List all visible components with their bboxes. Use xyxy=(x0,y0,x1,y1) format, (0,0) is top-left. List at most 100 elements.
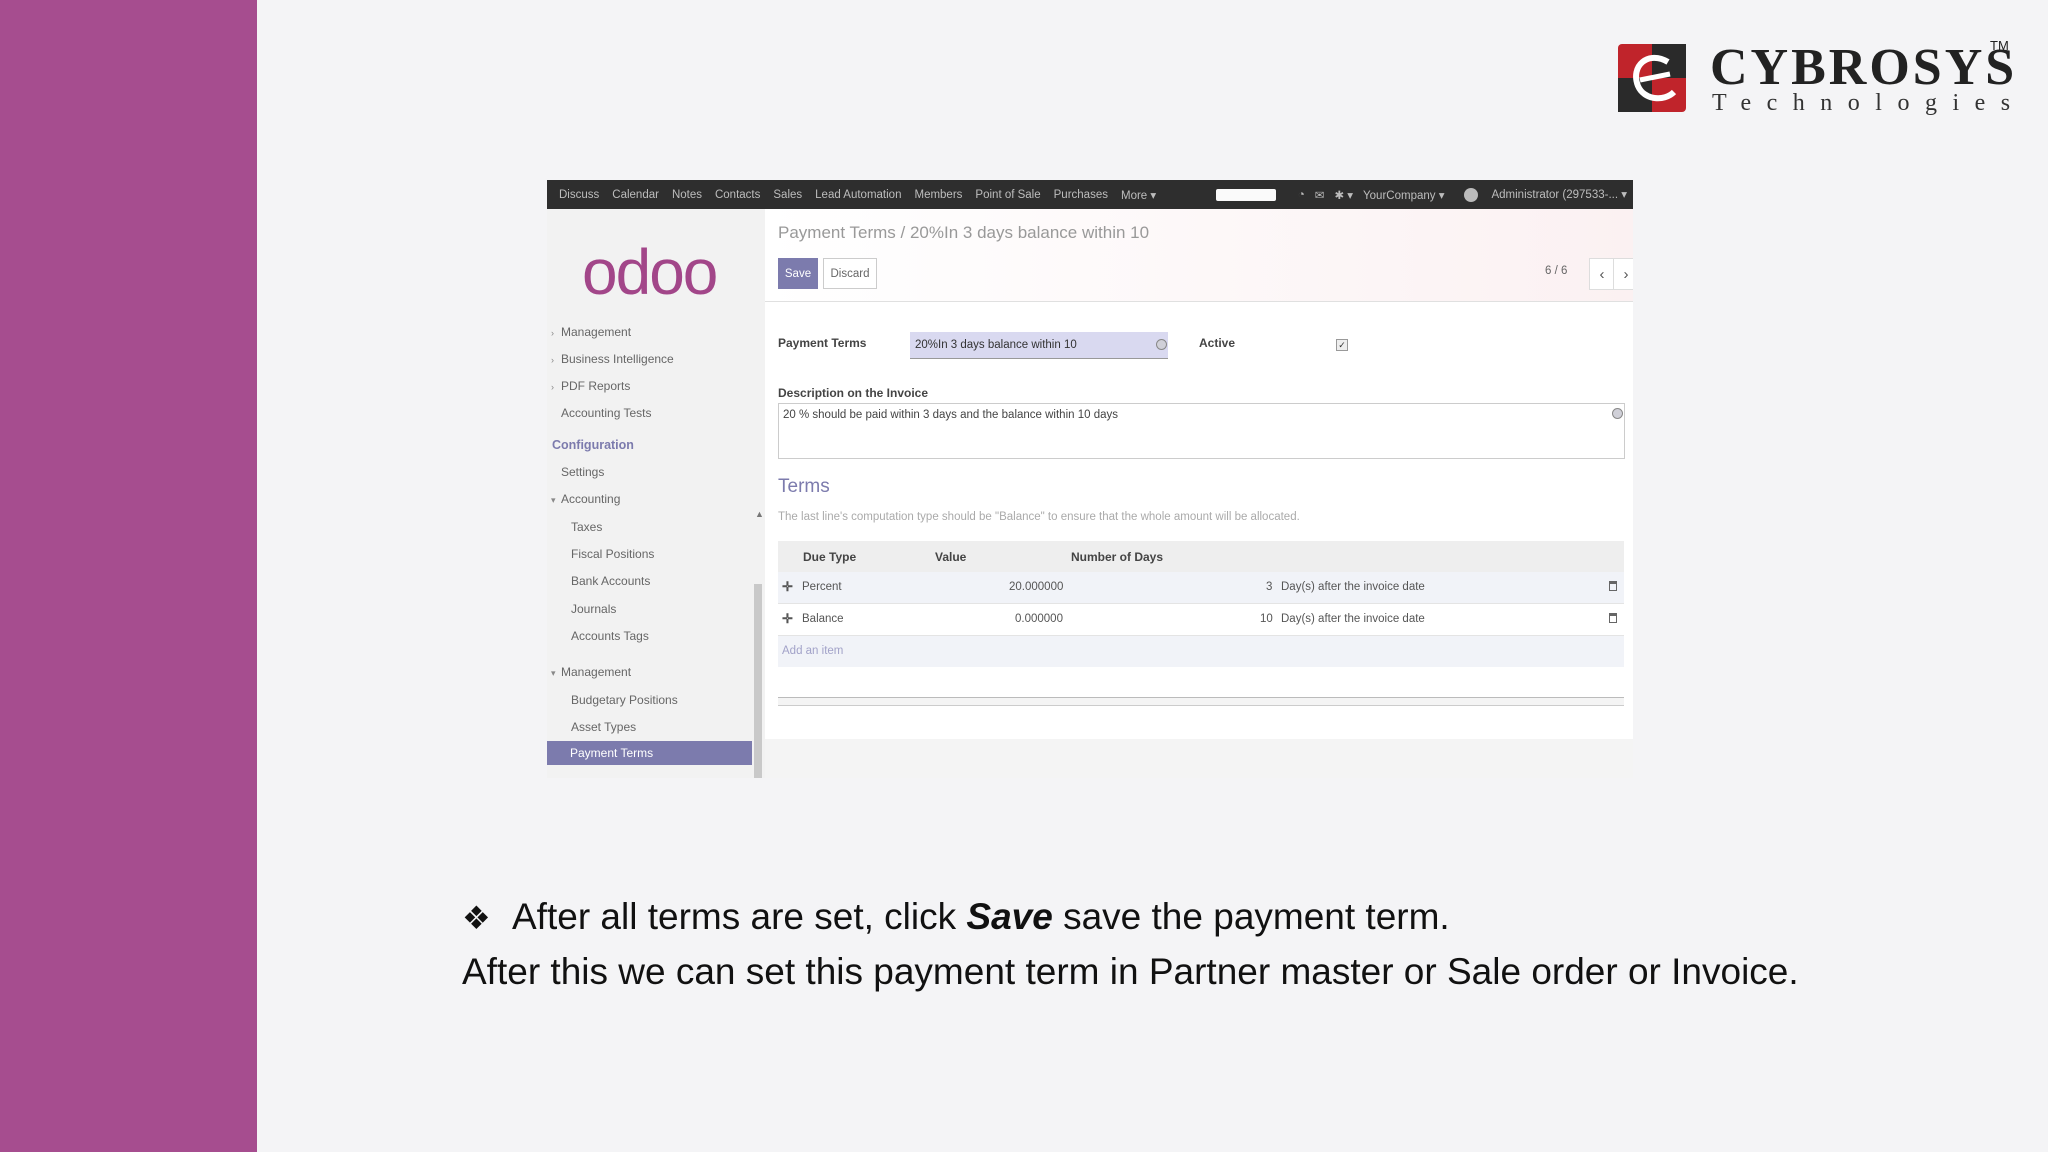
slide-caption: ❖ After all terms are set, click Save sav… xyxy=(462,890,1799,998)
terms-help-text: The last line's computation type should … xyxy=(778,511,1300,523)
sidebar-item-accounting-tests[interactable]: Accounting Tests xyxy=(561,406,652,420)
caret-right-icon: › xyxy=(551,355,554,365)
left-sidebar: odoo ▲ › Management › Business Intelligenc… xyxy=(547,209,765,778)
sidebar-heading-configuration: Configuration xyxy=(552,438,634,452)
clock-icon[interactable]: ◔ xyxy=(1298,189,1305,201)
cybrosys-logo-mark-icon xyxy=(1618,44,1686,112)
pager-next-button[interactable]: › xyxy=(1613,258,1633,290)
diamond-bullet-icon: ❖ xyxy=(462,900,491,936)
brand-tagline: Technologies xyxy=(1712,90,2026,116)
menu-discuss[interactable]: Discuss xyxy=(559,189,599,201)
scroll-up-icon[interactable]: ▲ xyxy=(755,509,764,519)
cell-option: Day(s) after the invoice date xyxy=(1281,581,1425,593)
form-bottom-area xyxy=(765,739,1633,778)
sidebar-item-business-intelligence[interactable]: › Business Intelligence xyxy=(551,352,674,366)
sidebar-item-accounting[interactable]: ▾ Accounting xyxy=(551,492,620,506)
cell-value: 20.000000 xyxy=(1009,581,1064,593)
sidebar-item-bank-accounts[interactable]: Bank Accounts xyxy=(571,574,650,588)
chevron-left-icon: ‹ xyxy=(1599,265,1605,283)
active-label: Active xyxy=(1199,336,1236,350)
translate-globe-icon[interactable] xyxy=(1156,339,1167,350)
systray: ◔ ✉ ✱ ▾ YourCompany ▾ Administrator (297… xyxy=(1206,180,1627,209)
translate-globe-icon[interactable] xyxy=(1612,408,1623,419)
sidebar-item-accounts-tags[interactable]: Accounts Tags xyxy=(571,629,649,643)
menu-purchases[interactable]: Purchases xyxy=(1054,189,1108,201)
discard-button[interactable]: Discard xyxy=(823,258,877,289)
navbar-search-field[interactable] xyxy=(1215,188,1276,201)
payment-terms-value: 20%In 3 days balance within 10 xyxy=(915,339,1077,351)
sidebar-item-journals[interactable]: Journals xyxy=(571,602,616,616)
menu-sales[interactable]: Sales xyxy=(773,189,802,201)
table-footer xyxy=(778,697,1624,706)
purple-side-bar xyxy=(0,0,257,1152)
sidebar-item-pdf-reports[interactable]: › PDF Reports xyxy=(551,379,630,393)
cell-option: Day(s) after the invoice date xyxy=(1281,613,1425,625)
column-value[interactable]: Value xyxy=(935,550,966,564)
menu-calendar[interactable]: Calendar xyxy=(612,189,659,201)
bug-icon[interactable]: ✱ ▾ xyxy=(1334,188,1353,202)
sidebar-item-fiscal-positions[interactable]: Fiscal Positions xyxy=(571,547,654,561)
save-button[interactable]: Save xyxy=(778,258,818,289)
drag-handle-icon[interactable]: ✛ xyxy=(782,611,793,627)
sidebar-item-management[interactable]: › Management xyxy=(551,325,631,339)
table-row[interactable]: ✛ Percent 20.000000 3 Day(s) after the i… xyxy=(778,572,1624,604)
menu-more[interactable]: More ▾ xyxy=(1121,188,1156,202)
caption-line-1: ❖ After all terms are set, click Save sav… xyxy=(462,890,1799,945)
brand-name: CYBROSYS xyxy=(1710,39,2018,96)
payment-terms-label: Payment Terms xyxy=(778,336,867,350)
odoo-screenshot: Discuss Calendar Notes Contacts Sales Le… xyxy=(547,180,1633,778)
control-panel: Payment Terms / 20%In 3 days balance wit… xyxy=(765,209,1633,302)
sidebar-item-settings[interactable]: Settings xyxy=(561,465,604,479)
column-number-of-days[interactable]: Number of Days xyxy=(1071,550,1163,564)
cybrosys-logo: CYBROSYS TM Technologies xyxy=(1618,38,2014,120)
cell-due-type: Percent xyxy=(802,581,842,593)
app-menu: Discuss Calendar Notes Contacts Sales Le… xyxy=(559,180,1169,209)
caption-save-emphasis: Save xyxy=(966,896,1053,937)
terms-section-title: Terms xyxy=(778,476,830,497)
avatar xyxy=(1464,187,1479,202)
breadcrumb-current: 20%In 3 days balance within 10 xyxy=(909,223,1150,242)
cell-days: 3 xyxy=(1266,581,1273,593)
sidebar-item-payment-terms[interactable]: Payment Terms xyxy=(547,741,752,765)
sidebar-item-management-config[interactable]: ▾ Management xyxy=(551,665,631,679)
breadcrumb: Payment Terms / 20%In 3 days balance wit… xyxy=(778,223,1149,243)
active-checkbox[interactable]: ✓ xyxy=(1336,339,1348,351)
chevron-right-icon: › xyxy=(1623,265,1629,283)
caret-right-icon: › xyxy=(551,382,554,392)
company-switcher[interactable]: YourCompany ▾ xyxy=(1363,188,1444,202)
description-label: Description on the Invoice xyxy=(778,386,929,400)
top-navbar: Discuss Calendar Notes Contacts Sales Le… xyxy=(547,180,1633,209)
menu-contacts[interactable]: Contacts xyxy=(715,189,760,201)
menu-members[interactable]: Members xyxy=(914,189,962,201)
caption-line-2: After this we can set this payment term … xyxy=(462,951,1799,992)
table-row[interactable]: ✛ Balance 0.000000 10 Day(s) after the i… xyxy=(778,604,1624,636)
description-textarea[interactable]: 20 % should be paid within 3 days and th… xyxy=(778,403,1625,459)
column-due-type[interactable]: Due Type xyxy=(803,550,856,564)
cell-days: 10 xyxy=(1260,613,1273,625)
menu-notes[interactable]: Notes xyxy=(672,189,702,201)
form-view: Payment Terms / 20%In 3 days balance wit… xyxy=(765,209,1633,778)
pager-previous-button[interactable]: ‹ xyxy=(1589,258,1615,290)
caret-down-icon: ▾ xyxy=(551,668,556,678)
menu-point-of-sale[interactable]: Point of Sale xyxy=(975,189,1040,201)
odoo-logo-text: odoo xyxy=(582,236,718,308)
trash-icon[interactable] xyxy=(1609,581,1617,591)
description-value: 20 % should be paid within 3 days and th… xyxy=(783,409,1119,421)
sidebar-item-taxes[interactable]: Taxes xyxy=(571,520,602,534)
drag-handle-icon[interactable]: ✛ xyxy=(782,579,793,595)
cell-value: 0.000000 xyxy=(1015,613,1063,625)
user-menu[interactable]: Administrator (297533-... ▾ xyxy=(1454,187,1627,202)
trash-icon[interactable] xyxy=(1609,613,1617,623)
sidebar-item-asset-types[interactable]: Asset Types xyxy=(571,720,636,734)
breadcrumb-parent[interactable]: Payment Terms / xyxy=(778,223,905,242)
add-item-link[interactable]: Add an item xyxy=(782,645,843,657)
chat-icon[interactable]: ✉ xyxy=(1315,188,1325,202)
sidebar-scrollbar[interactable] xyxy=(754,584,762,778)
pager-value: 6 / 6 xyxy=(1545,265,1568,277)
menu-lead-automation[interactable]: Lead Automation xyxy=(815,189,901,201)
sidebar-item-budgetary-positions[interactable]: Budgetary Positions xyxy=(571,693,678,707)
payment-terms-input[interactable]: 20%In 3 days balance within 10 xyxy=(910,332,1168,359)
odoo-logo: odoo xyxy=(582,236,718,308)
terms-table-header: Due Type Value Number of Days xyxy=(778,541,1624,572)
add-item-row[interactable]: Add an item xyxy=(778,636,1624,667)
